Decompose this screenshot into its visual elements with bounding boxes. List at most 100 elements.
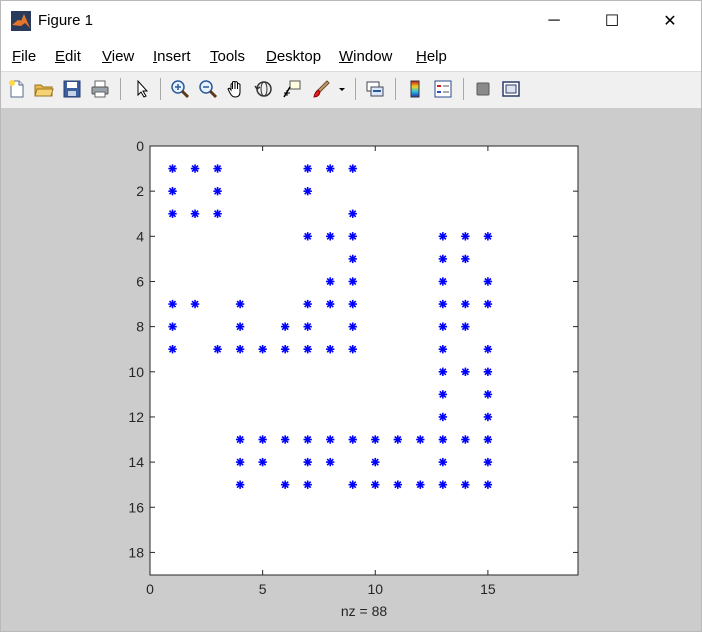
open-file-icon xyxy=(34,84,54,97)
link-plot-icon xyxy=(366,81,384,97)
toolbar-separator xyxy=(355,78,356,100)
new-figure-button[interactable] xyxy=(5,77,29,101)
data-point xyxy=(438,412,448,422)
maximize-icon: ☐ xyxy=(604,13,620,30)
data-point xyxy=(326,435,335,444)
legend-icon xyxy=(434,80,452,98)
data-point xyxy=(461,299,470,309)
y-tick-label: 18 xyxy=(128,544,144,560)
link-plot-button[interactable] xyxy=(363,77,387,101)
brush-dropdown-button[interactable] xyxy=(335,77,349,101)
menu-desktop[interactable]: Desktop xyxy=(266,48,321,65)
data-point xyxy=(438,435,448,444)
zoom-in-icon xyxy=(171,80,190,99)
open-file-button[interactable] xyxy=(32,77,56,101)
brush-dropdown-icon xyxy=(339,88,345,91)
menu-insert[interactable]: Insert xyxy=(153,48,191,65)
data-point xyxy=(235,435,245,444)
toolbar-separator xyxy=(463,78,464,100)
data-point xyxy=(416,435,425,444)
data-point xyxy=(483,367,493,376)
pan-button[interactable] xyxy=(224,77,248,101)
data-cursor-button[interactable] xyxy=(280,77,304,101)
zoom-out-button[interactable] xyxy=(196,77,220,101)
menu-edit[interactable]: Edit xyxy=(55,48,81,65)
data-point xyxy=(461,322,470,331)
menu-window[interactable]: Window xyxy=(339,48,392,65)
figure-canvas: 0 5 10 15 0 2 4 6 8 10 12 14 16 18 nz = 88 xyxy=(1,108,701,631)
data-point xyxy=(213,345,222,354)
rotate-3d-button[interactable] xyxy=(252,77,276,101)
data-point xyxy=(303,480,312,489)
data-point xyxy=(348,322,357,331)
close-button[interactable]: ✕ xyxy=(647,1,693,41)
menu-file[interactable]: File xyxy=(12,48,36,65)
data-point xyxy=(326,345,335,354)
data-point xyxy=(348,209,357,218)
hide-plot-tools-icon xyxy=(476,82,490,96)
data-point xyxy=(438,299,448,309)
data-point xyxy=(438,457,448,467)
data-point xyxy=(303,322,312,331)
data-point xyxy=(235,457,245,467)
data-point xyxy=(258,435,267,444)
data-point xyxy=(461,435,470,444)
data-point xyxy=(280,345,290,354)
print-button[interactable] xyxy=(88,77,112,101)
minimize-button[interactable]: ─ xyxy=(531,1,577,41)
data-point xyxy=(371,457,380,467)
data-point xyxy=(348,299,357,309)
data-point xyxy=(483,299,493,309)
data-point xyxy=(461,254,470,264)
data-point xyxy=(438,480,448,489)
y-tick-label: 8 xyxy=(136,319,144,335)
title-bar[interactable]: Figure 1 ─ ☐ ✕ xyxy=(1,1,701,41)
x-axis-label: nz = 88 xyxy=(341,603,388,619)
menu-bar: File Edit View Insert Tools Desktop Wind… xyxy=(1,41,701,101)
axes-box[interactable] xyxy=(149,145,579,576)
save-button[interactable] xyxy=(60,77,84,101)
data-point xyxy=(280,322,290,331)
data-point xyxy=(348,480,357,489)
maximize-button[interactable]: ☐ xyxy=(589,1,635,41)
x-tick-label: 5 xyxy=(259,581,267,597)
data-point xyxy=(348,232,357,241)
data-point xyxy=(190,299,200,309)
y-tick-label: 4 xyxy=(136,228,144,244)
data-point xyxy=(213,186,222,196)
data-point xyxy=(235,480,245,489)
show-plot-tools-button[interactable] xyxy=(499,77,523,101)
colorbar-button[interactable] xyxy=(403,77,427,101)
spy-plot[interactable]: 0 5 10 15 0 2 4 6 8 10 12 14 16 18 nz = 88 xyxy=(1,108,701,631)
data-cursor-icon xyxy=(283,80,301,98)
data-point xyxy=(168,209,177,218)
data-point xyxy=(235,322,245,331)
data-point xyxy=(326,277,335,286)
y-tick-label: 6 xyxy=(136,273,144,289)
data-point xyxy=(258,345,267,354)
data-point xyxy=(393,480,402,489)
menu-help[interactable]: Help xyxy=(416,48,447,65)
menu-view[interactable]: View xyxy=(102,48,134,65)
data-point xyxy=(213,164,222,173)
legend-button[interactable] xyxy=(431,77,455,101)
data-point xyxy=(326,299,335,309)
data-point xyxy=(348,277,357,286)
data-point xyxy=(348,164,357,173)
new-figure-icon xyxy=(9,80,24,98)
figure-window: Figure 1 ─ ☐ ✕ File Edit View Insert Too… xyxy=(0,0,702,632)
hide-plot-tools-button[interactable] xyxy=(471,77,495,101)
y-tick-label: 12 xyxy=(128,409,144,425)
zoom-in-button[interactable] xyxy=(168,77,192,101)
menu-tools[interactable]: Tools xyxy=(210,48,245,65)
toolbar-separator xyxy=(395,78,396,100)
y-tick-label: 2 xyxy=(136,183,144,199)
data-point xyxy=(326,164,335,173)
data-point xyxy=(235,345,245,354)
brush-button[interactable] xyxy=(309,77,333,101)
data-point xyxy=(213,209,222,218)
show-plot-tools-icon xyxy=(502,81,520,97)
data-point xyxy=(461,480,470,489)
edit-plot-button[interactable] xyxy=(130,77,154,101)
data-point xyxy=(371,435,380,444)
